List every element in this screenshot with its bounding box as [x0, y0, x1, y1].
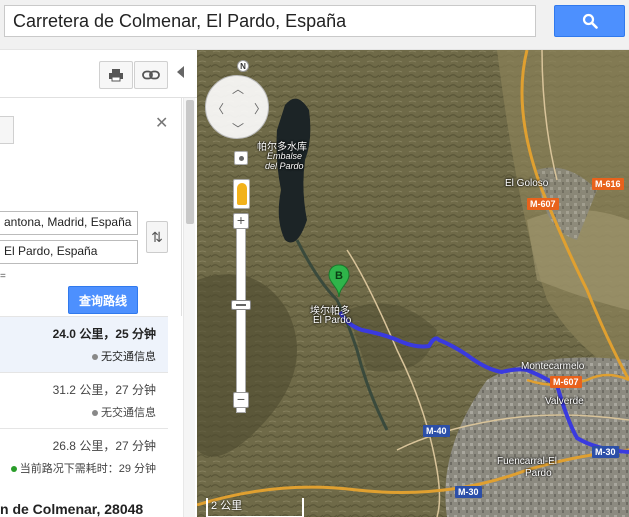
route-distance-time: 26.8 公里，27 分钟	[52, 439, 156, 453]
zoom-slider-thumb[interactable]	[231, 300, 251, 310]
route-traffic: 当前路况下需耗时：29 分钟	[10, 460, 156, 476]
search-input[interactable]	[4, 5, 536, 37]
route-distance-time: 31.2 公里，27 分钟	[52, 383, 156, 397]
map-label-valverde: Valverde	[545, 396, 584, 407]
road-shield-m40: M-40	[423, 425, 450, 437]
start-location-input[interactable]: antona, Madrid, España	[0, 211, 138, 235]
satellite-map[interactable]: 帕尔多水库 Embalse del Pardo El Goloso 埃尔帕多 E…	[197, 50, 629, 517]
status-dot-icon	[92, 410, 98, 417]
route-option[interactable]: 31.2 公里，27 分钟 无交通信息	[0, 372, 168, 428]
map-label-montecarmelo: Montecarmelo	[521, 361, 585, 372]
scale-label: 2 公里	[211, 500, 243, 512]
drag-handle[interactable]: =	[0, 271, 6, 282]
road-shield-m607: M-607	[527, 198, 559, 210]
traffic-status-dot-icon	[10, 466, 17, 473]
panel-toolbar	[0, 50, 197, 98]
swap-icon[interactable]: ⇅	[146, 221, 168, 253]
top-search-bar	[0, 0, 629, 50]
my-location-icon[interactable]	[234, 151, 248, 165]
directions-form: ✕ antona, Madrid, España El Pardo, Españ…	[0, 98, 182, 316]
print-button[interactable]	[99, 61, 133, 89]
directions-panel: ✕ antona, Madrid, España El Pardo, Españ…	[0, 50, 197, 517]
zoom-slider[interactable]	[236, 213, 246, 413]
pan-up-icon[interactable]: ︿	[232, 80, 244, 97]
status-dot-icon	[92, 354, 98, 361]
destination-marker-icon[interactable]: B	[328, 264, 350, 298]
travel-mode-tab[interactable]	[0, 116, 14, 144]
close-icon[interactable]: ✕	[155, 113, 168, 133]
svg-text:B: B	[335, 270, 343, 282]
search-icon	[582, 13, 598, 29]
pan-down-icon[interactable]: ﹀	[232, 120, 244, 137]
map-label-el-goloso: El Goloso	[505, 178, 549, 189]
route-option[interactable]: 24.0 公里，25 分钟 无交通信息	[0, 316, 168, 372]
find-route-button[interactable]: 查询路线	[68, 286, 138, 314]
route-traffic: 无交通信息	[92, 404, 156, 420]
compass-north-icon: N	[237, 60, 249, 72]
zoom-in-button[interactable]: +	[233, 213, 249, 229]
map-label-reservoir-es: Embalse	[267, 151, 303, 161]
route-traffic: 无交通信息	[92, 348, 156, 364]
panel-scrollbar[interactable]	[183, 98, 195, 517]
road-shield-m607: M-607	[550, 376, 582, 388]
road-shield-m616: M-616	[592, 178, 624, 190]
map-label-fuencarral: Fuencarral-El	[497, 456, 558, 467]
collapse-panel-icon[interactable]	[177, 66, 184, 78]
road-shield-m30: M-30	[592, 446, 619, 458]
print-icon	[109, 69, 123, 82]
scrollbar-thumb[interactable]	[186, 100, 194, 224]
map-label-reservoir-es: del Pardo	[265, 161, 304, 171]
route-option[interactable]: 26.8 公里，27 分钟 当前路况下需耗时：29 分钟	[0, 428, 168, 484]
map-label-fuencarral: Pardo	[525, 468, 552, 479]
road-shield-m30: M-30	[455, 486, 482, 498]
street-view-pegman-icon[interactable]	[233, 179, 250, 209]
pan-left-icon[interactable]: 〈	[212, 100, 224, 117]
zoom-out-button[interactable]: −	[233, 392, 249, 408]
end-location-input[interactable]: El Pardo, España	[0, 240, 138, 264]
route-distance-time: 24.0 公里，25 分钟	[52, 327, 156, 341]
map-label-el-pardo: El Pardo	[313, 315, 352, 326]
link-button[interactable]	[134, 61, 168, 89]
search-button[interactable]	[554, 5, 625, 37]
link-icon	[142, 70, 160, 80]
pan-right-icon[interactable]: 〉	[254, 100, 266, 117]
pan-control[interactable]: ︿ ﹀ 〈 〉	[205, 75, 269, 139]
destination-address: n de Colmenar, 28048	[0, 501, 144, 517]
